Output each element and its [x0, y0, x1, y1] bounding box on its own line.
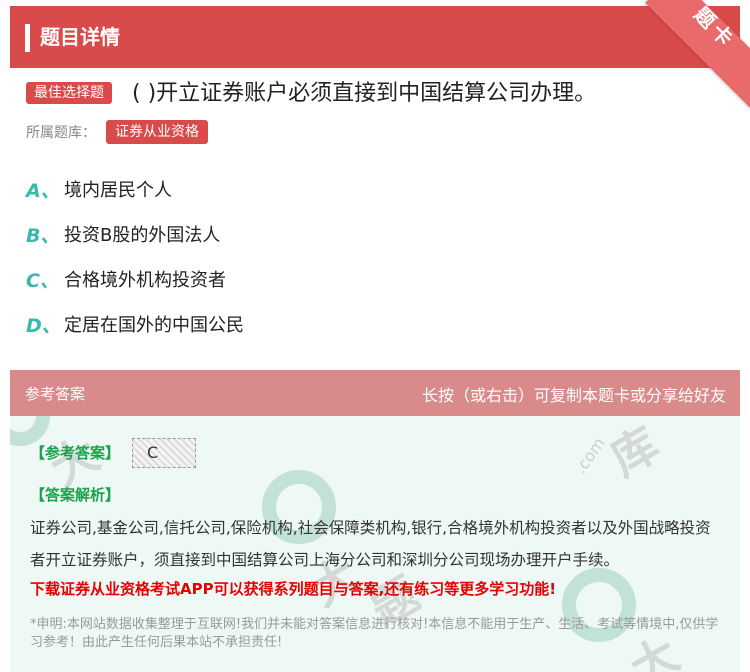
option-text: 合格境外机构投资者 [64, 270, 226, 291]
watermark-glyph: .com [570, 433, 609, 478]
question-type-badge: 最佳选择题 [26, 82, 112, 104]
question-card-page: 题目详情 题卡 最佳选择题 ( )开立证券账户必须直接到中国结算公司办理。 所属… [0, 0, 750, 672]
analysis-text: 证券公司,基金公司,信托公司,保险机构,社会保障类机构,银行,合格境外机构投资者… [30, 519, 711, 569]
analysis-label: 【答案解析】 [30, 486, 121, 504]
option-text: 投资B股的外国法人 [64, 225, 221, 246]
answer-body: 大 大 题 库 大 .com 【参考答案】 C 【答案解析】 证券公司,基金公司… [10, 416, 740, 672]
question-row: 最佳选择题 ( )开立证券账户必须直接到中国结算公司办理。 [26, 80, 726, 110]
page-title: 题目详情 [40, 25, 120, 49]
option-letter: D、 [26, 315, 61, 337]
option-letter: C、 [26, 270, 59, 292]
answer-value: C [132, 438, 196, 468]
question-bank-label: 所属题库： [26, 125, 96, 141]
header-accent-bar [25, 24, 30, 52]
disclaimer-text: *申明:本网站数据收集整理于互联网!我们并未能对答案信息进行核对!本信息不能用于… [30, 617, 719, 650]
option-letter: B、 [26, 225, 60, 247]
question-bank-link[interactable]: 证券从业资格 [106, 120, 208, 144]
share-hint: 长按（或右击）可复制本题卡或分享给好友 [421, 386, 726, 405]
option-text: 境内居民个人 [64, 180, 172, 201]
app-download-promo[interactable]: 下载证券从业资格考试APP可以获得系列题目与答案,还有练习等更多学习功能! [30, 578, 556, 599]
watermark-glyph: 库 [601, 416, 668, 487]
question-text: ( )开立证券账户必须直接到中国结算公司办理。 [132, 81, 597, 106]
answer-section-header: 参考答案 长按（或右击）可复制本题卡或分享给好友 [10, 370, 740, 416]
card-header: 题目详情 题卡 [10, 0, 750, 109]
answer-label: 【参考答案】 [30, 444, 121, 462]
answer-section-title: 参考答案 [25, 385, 86, 403]
option-text: 定居在国外的中国公民 [64, 315, 244, 336]
option-letter: A、 [26, 180, 60, 202]
